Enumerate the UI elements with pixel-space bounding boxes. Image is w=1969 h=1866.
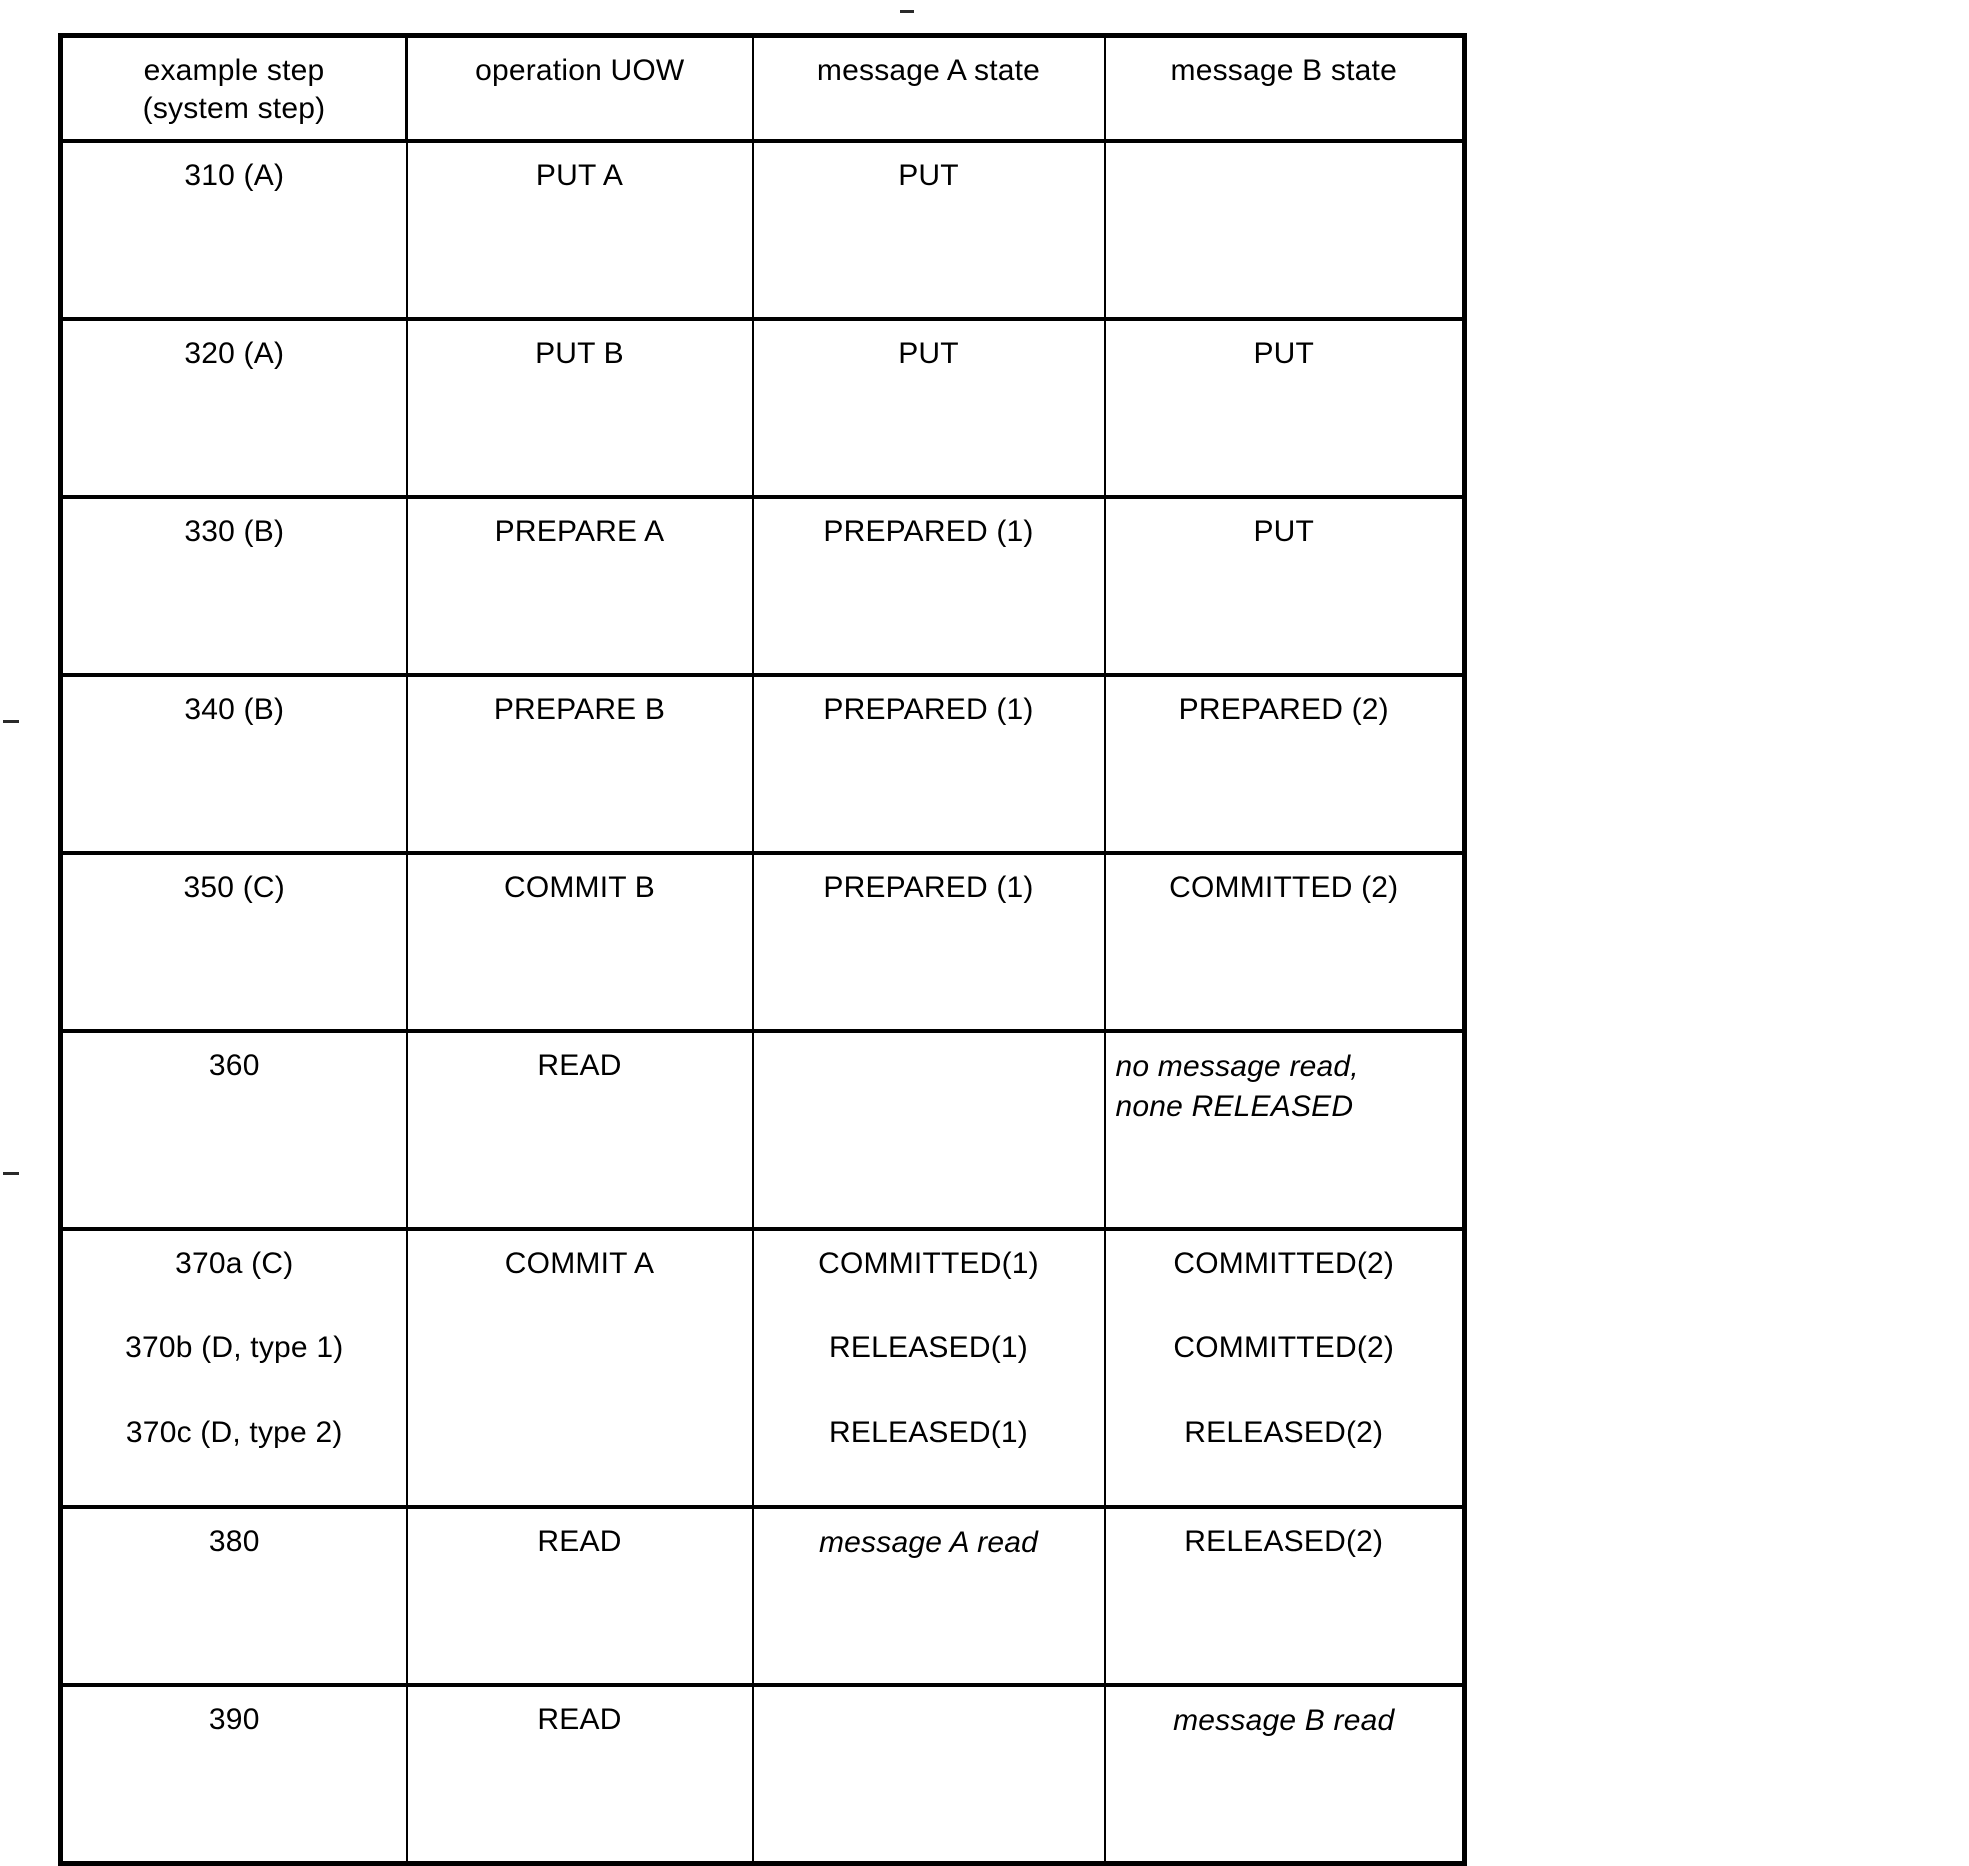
cell-message-b-line1: COMMITTED(2) xyxy=(1173,1246,1395,1280)
cell-message-a-state: PUT xyxy=(751,138,1106,321)
cell-uow-line2 xyxy=(418,1329,742,1330)
cell-step: 360 xyxy=(59,1028,408,1231)
column-header-example-step: example step (system step) xyxy=(59,34,408,142)
cell-message-a-state xyxy=(751,1028,1106,1231)
table-row: 310 (A) PUT A PUT xyxy=(59,138,1466,321)
cell-message-b-state: RELEASED(2) xyxy=(1103,1504,1466,1687)
column-header-example-step-line1: example step xyxy=(143,54,325,87)
table-row: 380 READ message A read RELEASED(2) xyxy=(59,1504,1466,1687)
cell-message-a-state xyxy=(751,1682,1106,1866)
cell-step-line3: 370c (D, type 2) xyxy=(125,1415,343,1449)
cell-uow: READ xyxy=(405,1682,754,1866)
cell-step-line1: 370a (C) xyxy=(175,1246,294,1280)
cell-message-a-state: PREPARED (1) xyxy=(751,850,1106,1033)
cell-step: 370a (C) 370b (D, type 1) 370c (D, type … xyxy=(59,1226,408,1509)
cell-uow: PUT B xyxy=(405,316,754,499)
cell-step-line2: 370b (D, type 1) xyxy=(125,1331,344,1365)
cell-uow-line1: COMMIT A xyxy=(504,1246,655,1280)
cell-step: 390 xyxy=(59,1682,408,1866)
cell-message-b-line2: COMMITTED(2) xyxy=(1173,1331,1395,1365)
cell-uow: COMMIT A xyxy=(405,1226,754,1509)
cell-message-a-state: message A read xyxy=(751,1504,1106,1687)
cell-message-a-line3: RELEASED(1) xyxy=(829,1415,1028,1449)
cell-step: 330 (B) xyxy=(59,494,408,677)
table-row: 350 (C) COMMIT B PREPARED (1) COMMITTED … xyxy=(59,850,1466,1033)
cell-message-a-line2: RELEASED(1) xyxy=(829,1331,1028,1365)
column-header-message-b-state-line1: message B state xyxy=(1170,54,1397,87)
column-header-message-a-state: message A state xyxy=(751,34,1106,142)
cell-step: 350 (C) xyxy=(59,850,408,1033)
table-row: 340 (B) PREPARE B PREPARED (1) PREPARED … xyxy=(59,672,1466,855)
cell-message-b-state: message B read xyxy=(1103,1682,1466,1866)
cell-step: 320 (A) xyxy=(59,316,408,499)
cell-step: 310 (A) xyxy=(59,138,408,321)
cell-uow: READ xyxy=(405,1504,754,1687)
table-header: example step (system step) operation UOW… xyxy=(59,34,1466,142)
table-row: 370a (C) 370b (D, type 1) 370c (D, type … xyxy=(59,1226,1466,1509)
cell-uow-line3 xyxy=(418,1376,742,1377)
cell-step: 340 (B) xyxy=(59,672,408,855)
column-header-message-a-state-line1: message A state xyxy=(816,54,1041,87)
table-body: 310 (A) PUT A PUT 320 (A) PUT B PUT PUT … xyxy=(59,138,1466,1866)
column-header-operation-uow-line1: operation UOW xyxy=(475,54,685,87)
scan-artifact-left-upper xyxy=(3,720,19,723)
cell-message-b-state: no message read, none RELEASED xyxy=(1103,1028,1466,1231)
column-header-example-step-line2: (system step) xyxy=(142,92,326,126)
cell-step: 380 xyxy=(59,1504,408,1687)
cell-message-b-state: PREPARED (2) xyxy=(1103,672,1466,855)
scan-artifact-left-lower xyxy=(3,1172,19,1175)
cell-message-b-state: COMMITTED (2) xyxy=(1103,850,1466,1033)
cell-message-a-state: PUT xyxy=(751,316,1106,499)
cell-message-b-state: PUT xyxy=(1103,494,1466,677)
cell-message-b-line3: RELEASED(2) xyxy=(1184,1415,1384,1449)
cell-message-a-line1: COMMITTED(1) xyxy=(818,1246,1039,1280)
cell-uow: READ xyxy=(405,1028,754,1231)
message-state-table: example step (system step) operation UOW… xyxy=(58,33,1467,1866)
cell-message-b-state: PUT xyxy=(1103,316,1466,499)
table-row: 390 READ message B read xyxy=(59,1682,1466,1866)
cell-message-a-state: PREPARED (1) xyxy=(751,672,1106,855)
cell-message-a-state: PREPARED (1) xyxy=(751,494,1106,677)
column-header-operation-uow: operation UOW xyxy=(405,34,754,142)
cell-uow: PREPARE B xyxy=(405,672,754,855)
table-row: 360 READ no message read, none RELEASED xyxy=(59,1028,1466,1231)
cell-message-b-note-line1: no message read, xyxy=(1115,1049,1359,1083)
cell-uow: PUT A xyxy=(405,138,754,321)
cell-message-a-note: message A read xyxy=(818,1525,1039,1559)
header-row: example step (system step) operation UOW… xyxy=(59,34,1466,142)
cell-message-b-state: COMMITTED(2) COMMITTED(2) RELEASED(2) xyxy=(1103,1226,1466,1509)
scan-artifact-top xyxy=(900,10,914,13)
message-state-table-container: example step (system step) operation UOW… xyxy=(58,33,1467,1866)
cell-message-b-note: message B read xyxy=(1173,1703,1395,1737)
cell-uow: COMMIT B xyxy=(405,850,754,1033)
cell-message-b-state xyxy=(1103,138,1466,321)
cell-message-b-note-line2: none RELEASED xyxy=(1115,1089,1354,1123)
table-row: 330 (B) PREPARE A PREPARED (1) PUT xyxy=(59,494,1466,677)
figure-page: example step (system step) operation UOW… xyxy=(0,0,1969,1866)
cell-uow: PREPARE A xyxy=(405,494,754,677)
cell-message-a-state: COMMITTED(1) RELEASED(1) RELEASED(1) xyxy=(751,1226,1106,1509)
column-header-message-b-state: message B state xyxy=(1103,34,1466,142)
table-row: 320 (A) PUT B PUT PUT xyxy=(59,316,1466,499)
